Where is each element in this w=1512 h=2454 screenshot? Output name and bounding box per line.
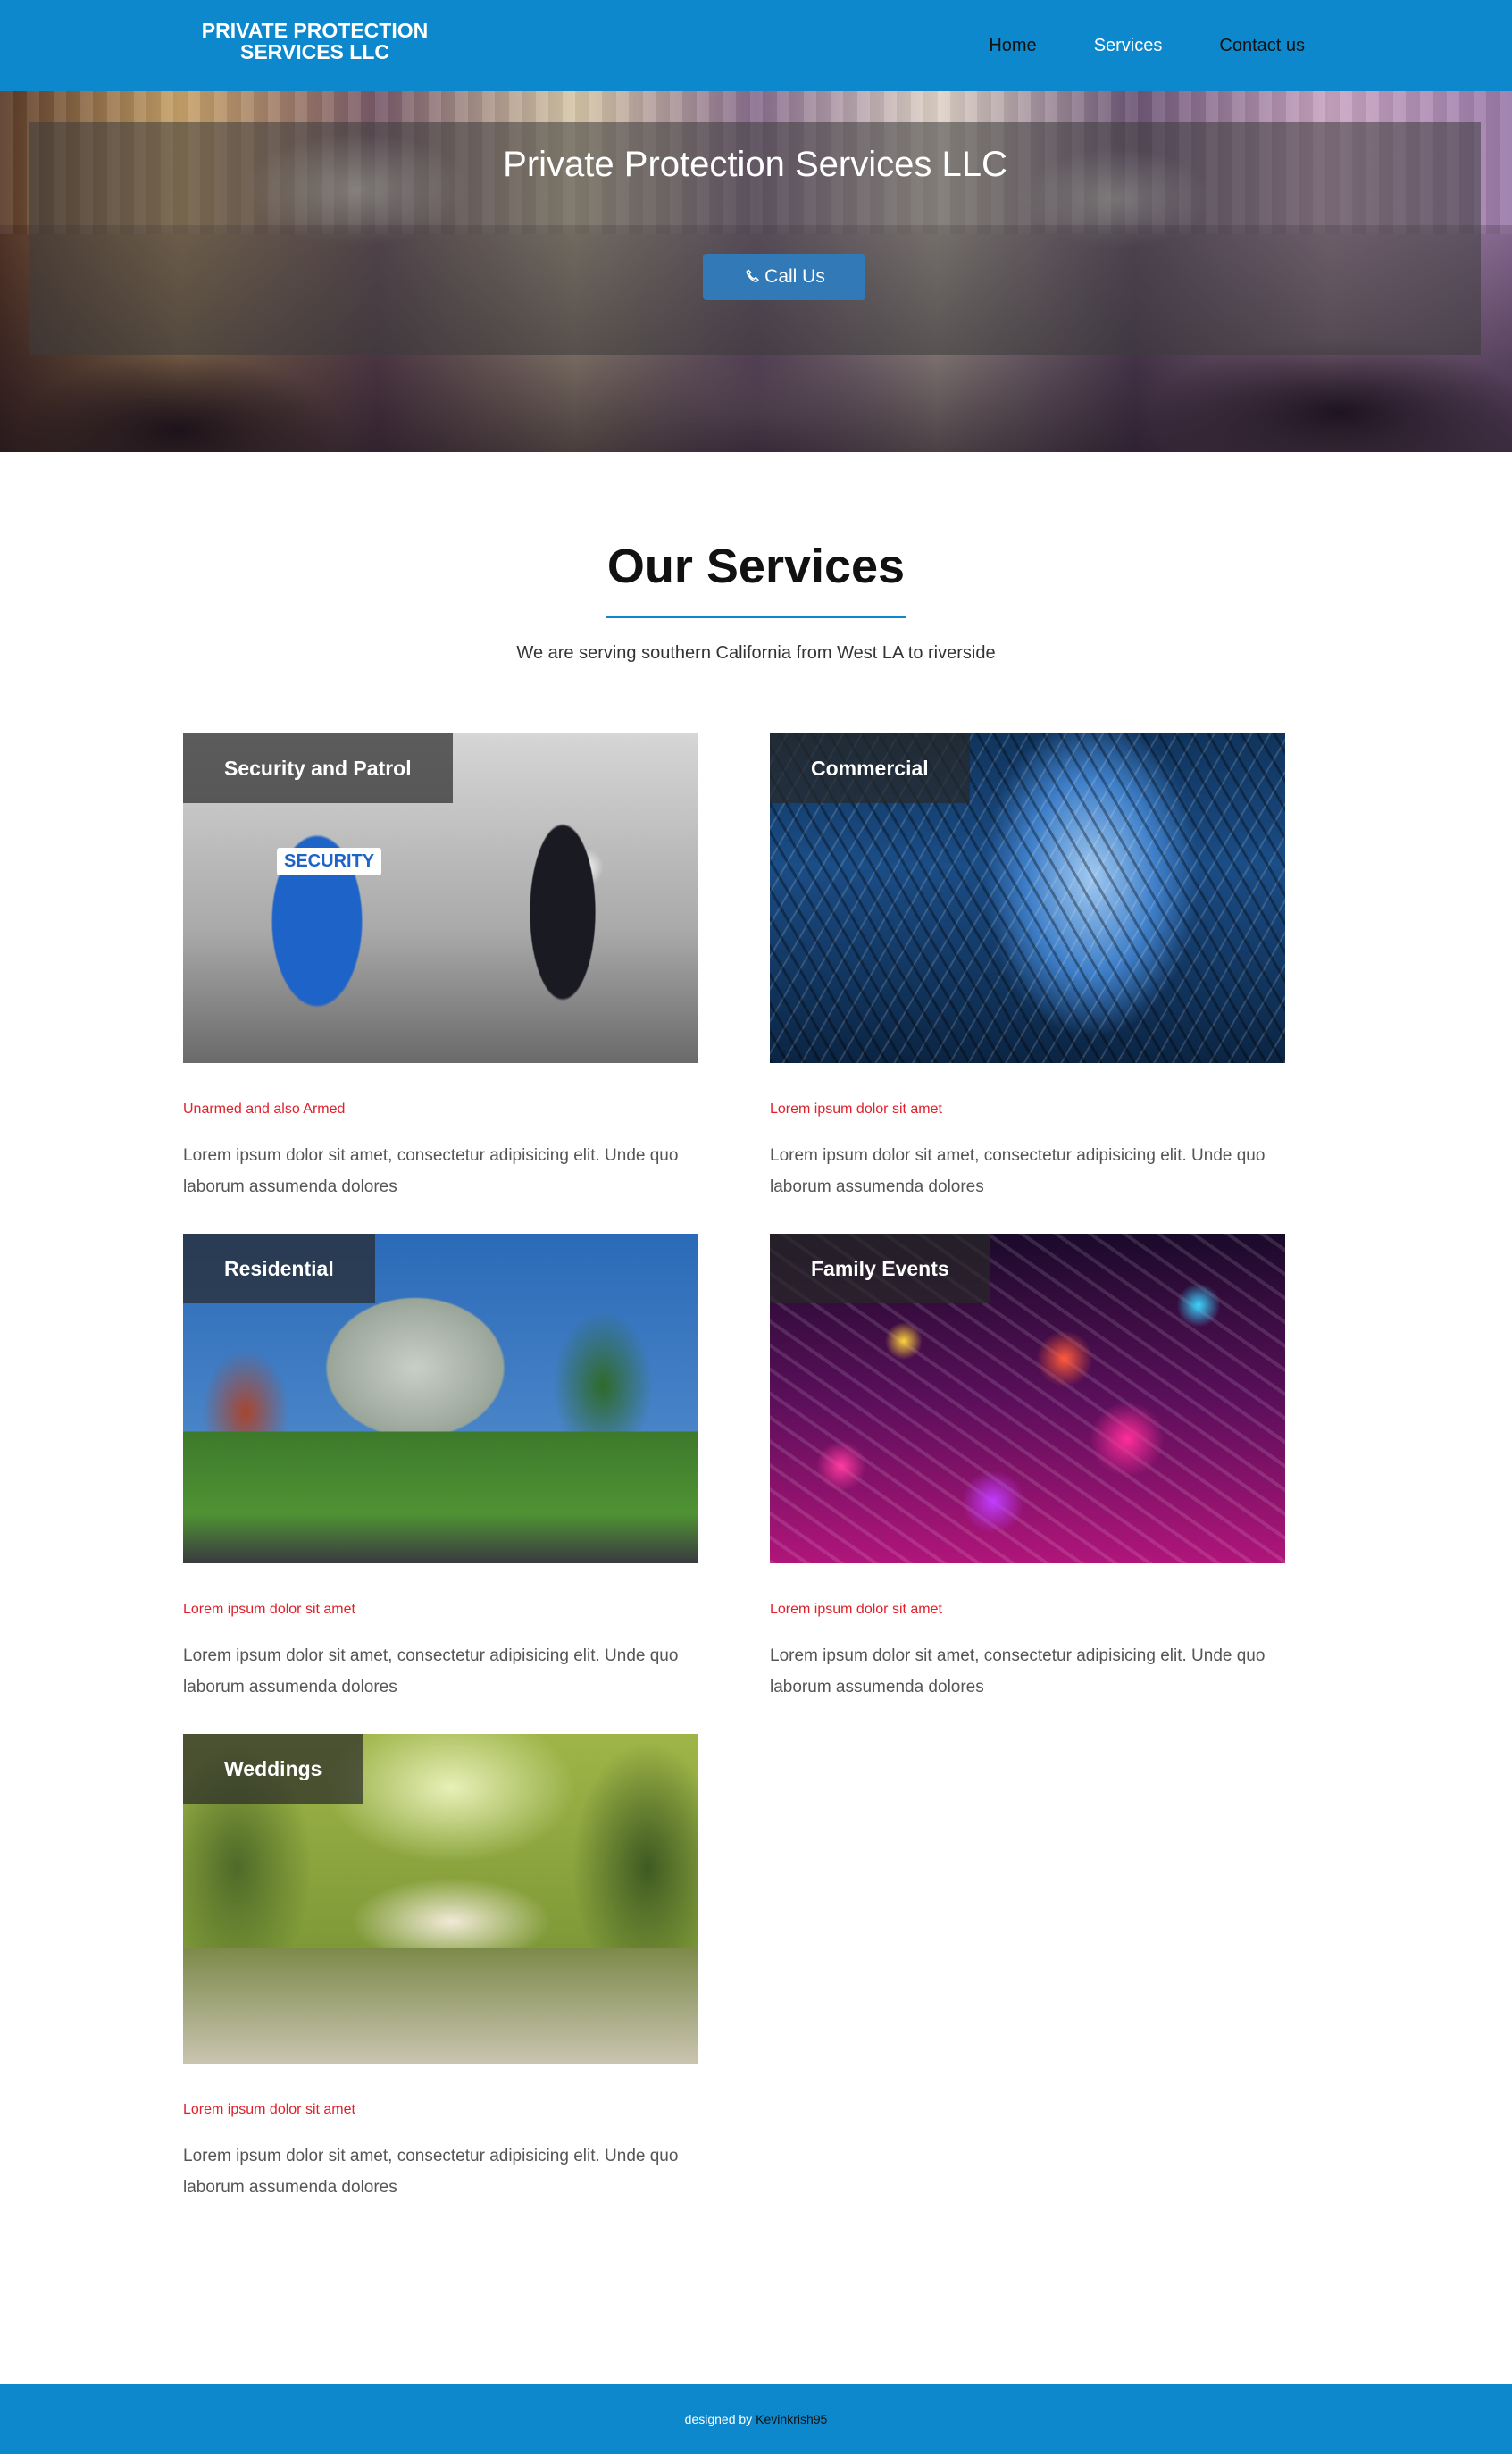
main-nav: Home Services Contact us (960, 0, 1333, 91)
card-tag: Lorem ipsum dolor sit amet (183, 2102, 355, 2117)
card-label: Security and Patrol (183, 733, 453, 803)
card-description: Lorem ipsum dolor sit amet, consectetur … (183, 1146, 679, 1196)
nav-services[interactable]: Services (1065, 36, 1191, 56)
hero-banner: Private Protection Services LLC Call Us (0, 91, 1512, 452)
nav-home[interactable]: Home (960, 36, 1065, 56)
security-badge: SECURITY (277, 848, 382, 875)
services-subtitle: We are serving southern California from … (516, 643, 996, 663)
family-events-image[interactable]: Family Events (770, 1234, 1285, 1563)
call-us-label: Call Us (764, 266, 825, 287)
security-image[interactable]: SECURITY Security and Patrol (183, 733, 698, 1063)
commercial-image[interactable]: Commercial (770, 733, 1285, 1063)
hero-title: Private Protection Services LLC (503, 145, 1007, 184)
card-tag: Unarmed and also Armed (183, 1101, 346, 1117)
card-tag: Lorem ipsum dolor sit amet (770, 1101, 942, 1117)
card-description: Lorem ipsum dolor sit amet, consectetur … (183, 2147, 679, 2197)
site-footer: designed by Kevinkrish95 (0, 2384, 1512, 2454)
card-description: Lorem ipsum dolor sit amet, consectetur … (770, 1146, 1266, 1196)
footer-credit-prefix: designed by (684, 2412, 753, 2426)
hero-panel: Private Protection Services LLC Call Us (29, 122, 1481, 355)
card-tag: Lorem ipsum dolor sit amet (770, 1602, 942, 1617)
card-label: Residential (183, 1234, 375, 1303)
services-title: Our Services (606, 540, 906, 593)
card-label: Commercial (770, 733, 970, 803)
site-logo[interactable]: PRIVATE PROTECTION SERVICES LLC (179, 20, 451, 63)
card-tag: Lorem ipsum dolor sit amet (183, 1602, 355, 1617)
footer-author-link[interactable]: Kevinkrish95 (756, 2412, 827, 2426)
card-label: Family Events (770, 1234, 990, 1303)
card-description: Lorem ipsum dolor sit amet, consectetur … (183, 1646, 679, 1696)
card-description: Lorem ipsum dolor sit amet, consectetur … (770, 1646, 1266, 1696)
phone-icon (746, 269, 759, 282)
nav-contact[interactable]: Contact us (1190, 36, 1333, 56)
site-header: PRIVATE PROTECTION SERVICES LLC Home Ser… (0, 0, 1512, 91)
call-us-button[interactable]: Call Us (703, 254, 865, 300)
residential-image[interactable]: Residential (183, 1234, 698, 1563)
weddings-image[interactable]: Weddings (183, 1734, 698, 2064)
title-divider (606, 616, 906, 618)
card-label: Weddings (183, 1734, 363, 1804)
